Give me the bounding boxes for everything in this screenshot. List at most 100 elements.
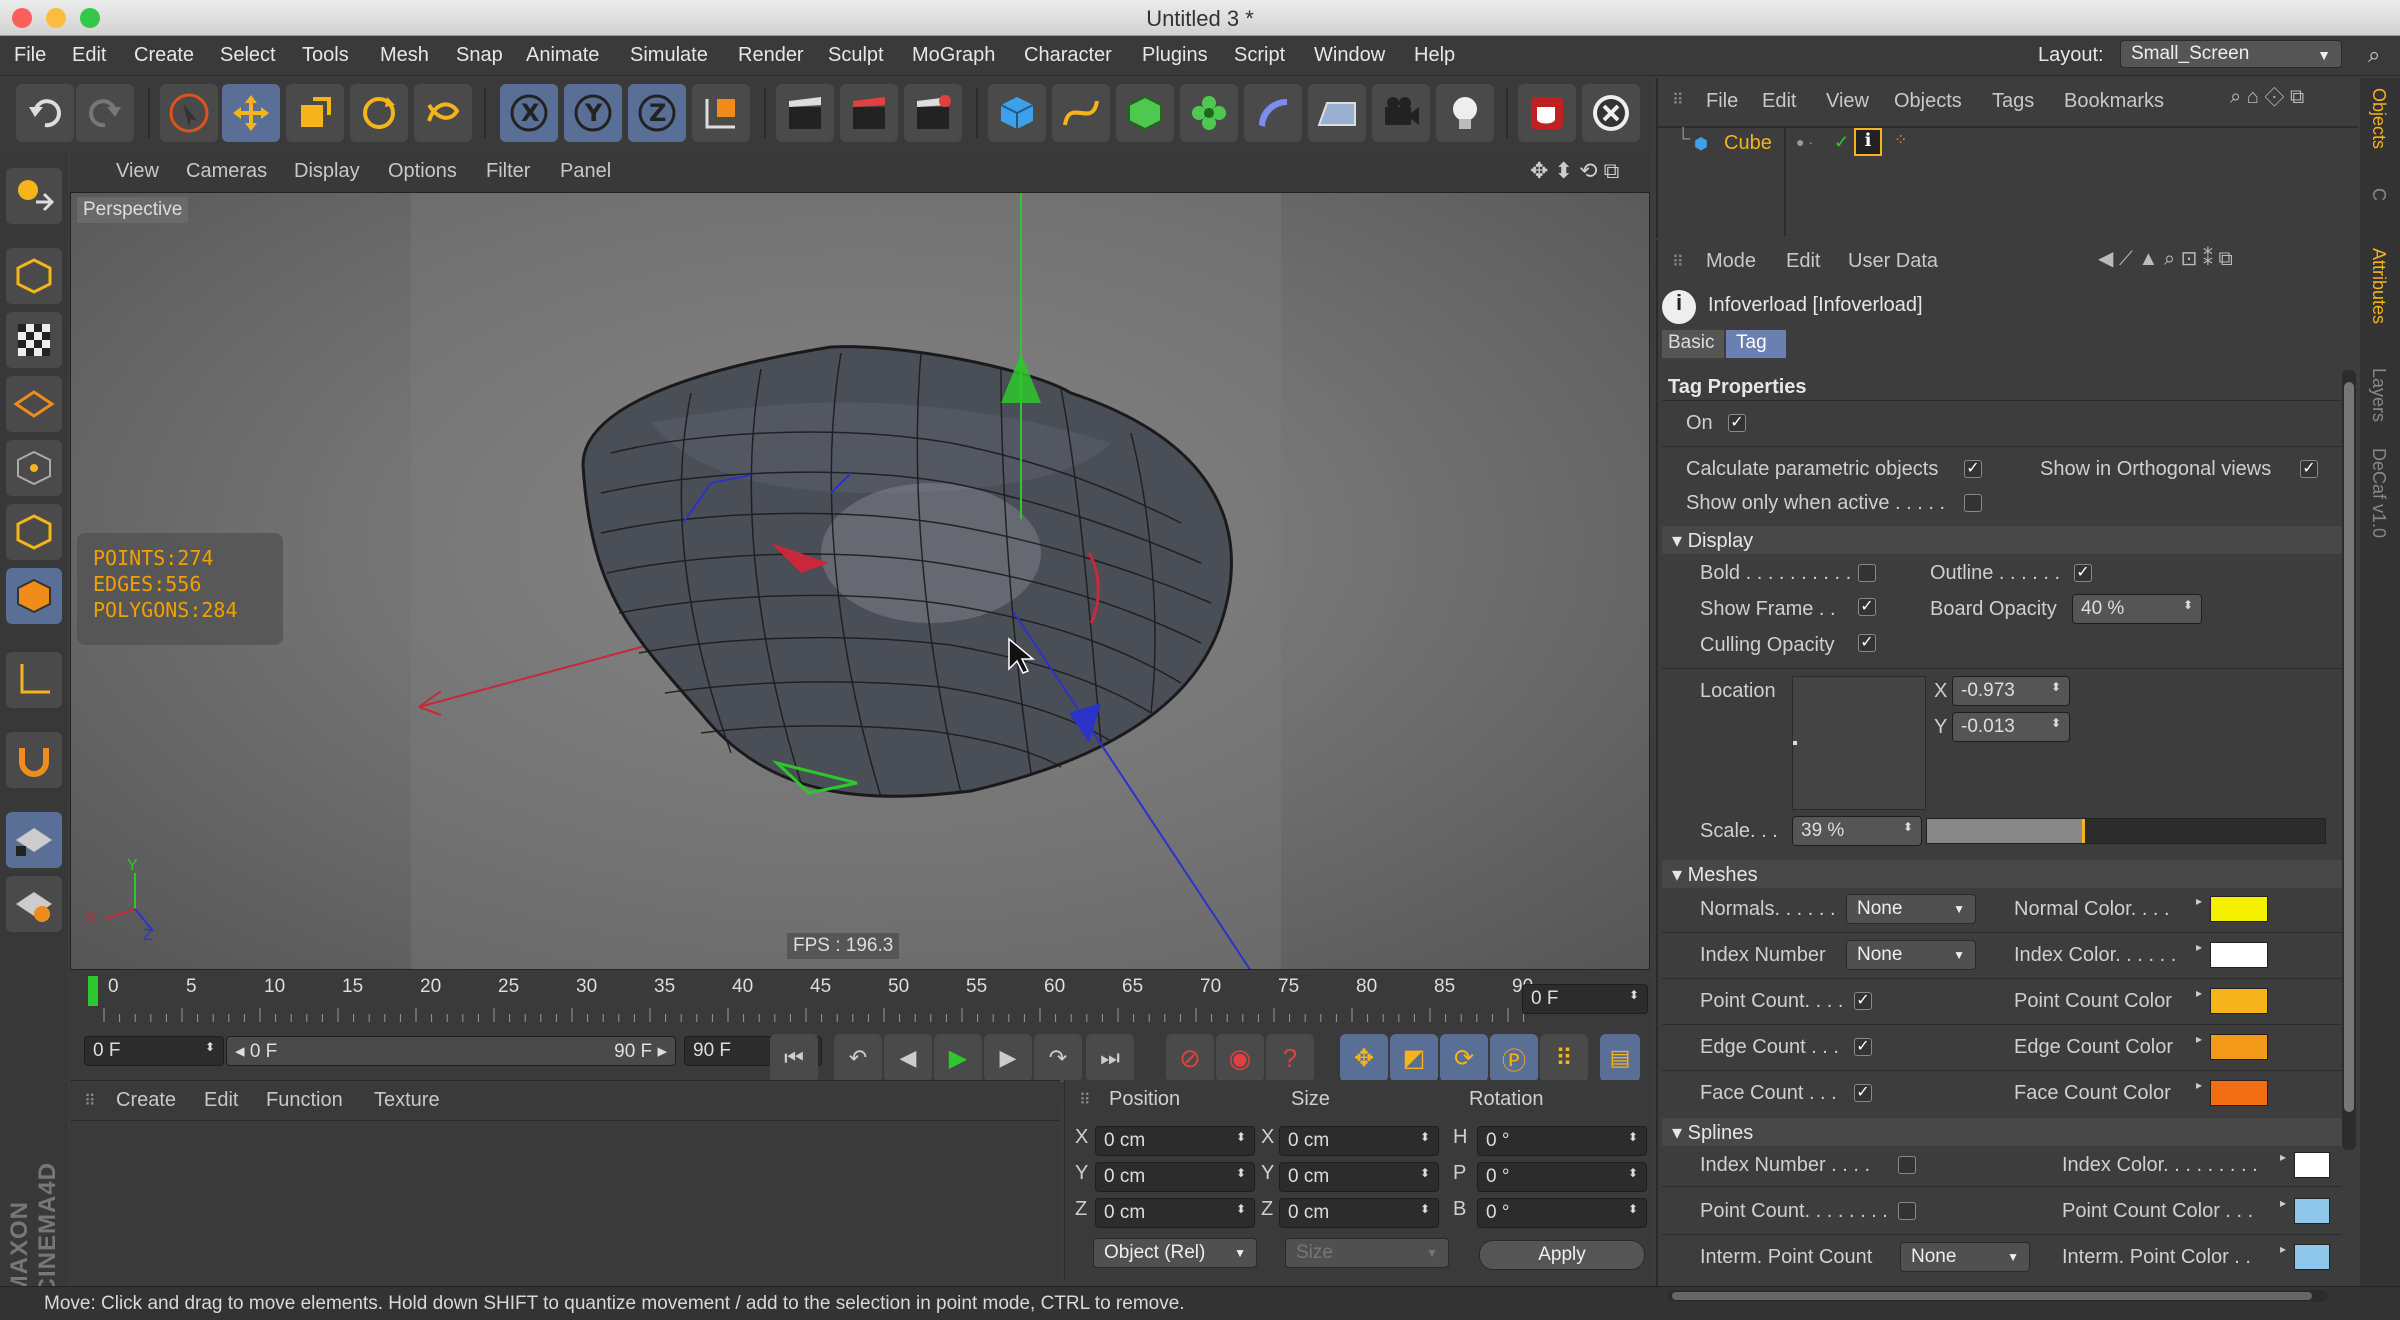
objects-menu-edit[interactable]: Edit	[1762, 90, 1796, 113]
menu-tools[interactable]: Tools	[302, 44, 349, 67]
color-expand-icon[interactable]: ▸	[2196, 1078, 2202, 1092]
attributes-menu-edit[interactable]: Edit	[1786, 250, 1820, 273]
attribute-nav-icons[interactable]: ◀ ⟋ ▲ ⌕ ⊡ ⁑ ⧉	[2098, 246, 2233, 271]
keyframe-selection-button[interactable]: ?	[1266, 1034, 1314, 1082]
go-to-start-button[interactable]: ⏮	[770, 1034, 818, 1082]
show-frame-checkbox[interactable]: ✓	[1858, 598, 1876, 616]
object-manager-nav-icons[interactable]: ⌕ ⌂ ⟐ ⧉	[2230, 86, 2304, 109]
scale-tool-button[interactable]	[286, 84, 344, 142]
viewport-camera-label[interactable]: Perspective	[77, 197, 189, 223]
side-tab-decaf[interactable]: DeCaf v1.0	[2368, 448, 2389, 538]
outline-checkbox[interactable]: ✓	[2074, 564, 2092, 582]
render-picture-viewer-button[interactable]	[840, 84, 898, 142]
axis-mode-button[interactable]	[6, 652, 62, 708]
viewport-menu-panel[interactable]: Panel	[560, 160, 611, 183]
add-nurbs-button[interactable]	[1116, 84, 1174, 142]
objects-menu-bookmarks[interactable]: Bookmarks	[2064, 90, 2164, 113]
scene-canvas[interactable]	[71, 193, 1650, 970]
move-tool-button[interactable]	[222, 84, 280, 142]
add-deformer-button[interactable]	[1244, 84, 1302, 142]
face-count-checkbox[interactable]: ✓	[1854, 1084, 1872, 1102]
position-field[interactable]: 0 cm ⬍	[1095, 1162, 1255, 1192]
viewport-nav-icons[interactable]: ✥ ⬍ ⟲ ⧉	[1530, 158, 1619, 184]
size-field[interactable]: 0 cm ⬍	[1279, 1162, 1439, 1192]
undo-button[interactable]	[16, 84, 74, 142]
render-settings-button[interactable]	[904, 84, 962, 142]
objects-menu-file[interactable]: File	[1706, 90, 1738, 113]
edges-mode-button[interactable]	[6, 504, 62, 560]
rotate-tool-button[interactable]	[350, 84, 408, 142]
tab-basic[interactable]: Basic	[1662, 330, 1724, 358]
frame-range-slider[interactable]: ◂ 0 F 90 F ▸	[226, 1036, 676, 1066]
board-opacity-field[interactable]: 40 % ⬍	[2072, 594, 2202, 624]
menu-mesh[interactable]: Mesh	[380, 44, 429, 67]
search-icon[interactable]: ⌕	[2368, 42, 2380, 68]
location-y-field[interactable]: -0.013 ⬍	[1952, 712, 2070, 742]
interm-point-count-select[interactable]: None ▼	[1900, 1242, 2030, 1272]
key-rotation-button[interactable]: ⟳	[1440, 1034, 1488, 1082]
z-axis-lock-button[interactable]: Z	[628, 84, 686, 142]
go-to-end-button[interactable]: ⏭	[1086, 1034, 1134, 1082]
menu-snap[interactable]: Snap	[456, 44, 503, 67]
timeline-layout-button[interactable]: ▤	[1600, 1034, 1640, 1082]
panel-grip-icon[interactable]: ⠿	[1079, 1090, 1091, 1110]
normal-color-swatch[interactable]	[2210, 896, 2268, 922]
live-selection-button[interactable]	[160, 84, 218, 142]
add-cube-button[interactable]	[988, 84, 1046, 142]
on-checkbox[interactable]: ✓	[1728, 414, 1746, 432]
auto-key-button[interactable]: ◉	[1216, 1034, 1264, 1082]
size-mode-select[interactable]: Size ▼	[1285, 1238, 1449, 1268]
splines-section-header[interactable]: ▾ Splines	[1662, 1118, 2344, 1146]
make-editable-button[interactable]	[6, 168, 62, 224]
menu-plugins[interactable]: Plugins	[1142, 44, 1208, 67]
spline-point-count-checkbox[interactable]	[1898, 1202, 1916, 1220]
calc-parametric-checkbox[interactable]: ✓	[1964, 460, 1982, 478]
size-field[interactable]: 0 cm ⬍	[1279, 1198, 1439, 1228]
face-count-color-swatch[interactable]	[2210, 1080, 2268, 1106]
side-tab-content[interactable]: C	[2368, 188, 2389, 201]
menu-animate[interactable]: Animate	[526, 44, 599, 67]
viewport-menu-view[interactable]: View	[116, 160, 159, 183]
object-name-cube[interactable]: Cube	[1724, 132, 1772, 155]
viewport-menu-filter[interactable]: Filter	[486, 160, 530, 183]
scale-field[interactable]: 39 % ⬍	[1792, 816, 1922, 846]
attributes-h-scrollbar[interactable]	[1668, 1290, 2328, 1302]
attributes-scrollbar[interactable]	[2342, 370, 2356, 1150]
edge-count-checkbox[interactable]: ✓	[1854, 1038, 1872, 1056]
key-parameter-button[interactable]: Ⓟ	[1490, 1034, 1538, 1082]
objects-menu-tags[interactable]: Tags	[1992, 90, 2034, 113]
size-field[interactable]: 0 cm ⬍	[1279, 1126, 1439, 1156]
record-keys-button[interactable]: ⊘	[1166, 1034, 1214, 1082]
coordinate-mode-select[interactable]: Object (Rel) ▼	[1093, 1238, 1257, 1268]
panel-grip-icon[interactable]: ⠿	[1672, 90, 1684, 110]
side-tab-layers[interactable]: Layers	[2368, 368, 2389, 422]
menu-file[interactable]: File	[14, 44, 46, 67]
material-menu-function[interactable]: Function	[266, 1089, 343, 1112]
tag-dots-icon[interactable]: ⁘	[1894, 130, 1907, 150]
menu-character[interactable]: Character	[1024, 44, 1112, 67]
add-array-button[interactable]	[1180, 84, 1238, 142]
menu-script[interactable]: Script	[1234, 44, 1285, 67]
workplane-mode-button[interactable]	[6, 376, 62, 432]
menu-simulate[interactable]: Simulate	[630, 44, 708, 67]
next-frame-button[interactable]: ▶	[984, 1034, 1032, 1082]
position-field[interactable]: 0 cm ⬍	[1095, 1126, 1255, 1156]
point-count-color-swatch[interactable]	[2210, 988, 2268, 1014]
viewport-menu-display[interactable]: Display	[294, 160, 360, 183]
index-color-swatch[interactable]	[2210, 942, 2268, 968]
model-mode-button[interactable]	[6, 248, 62, 304]
panel-grip-icon[interactable]: ⠿	[1672, 252, 1684, 272]
coordinate-system-button[interactable]	[692, 84, 750, 142]
perspective-viewport[interactable]: Y X Z Perspective POINTS:274 EDGES:556 P…	[70, 192, 1650, 970]
show-only-active-checkbox[interactable]	[1964, 494, 1982, 512]
previous-key-button[interactable]: ↶	[834, 1034, 882, 1082]
attributes-scrollbar-thumb[interactable]	[2344, 382, 2354, 1112]
panel-grip-icon[interactable]: ⠿	[84, 1091, 96, 1111]
color-expand-icon[interactable]: ▸	[2196, 940, 2202, 954]
edge-count-color-swatch[interactable]	[2210, 1034, 2268, 1060]
apply-button[interactable]: Apply	[1479, 1240, 1645, 1270]
color-expand-icon[interactable]: ▸	[2280, 1242, 2286, 1256]
color-expand-icon[interactable]: ▸	[2196, 986, 2202, 1000]
scale-slider-thumb[interactable]	[2082, 819, 2086, 843]
spline-index-number-checkbox[interactable]	[1898, 1156, 1916, 1174]
